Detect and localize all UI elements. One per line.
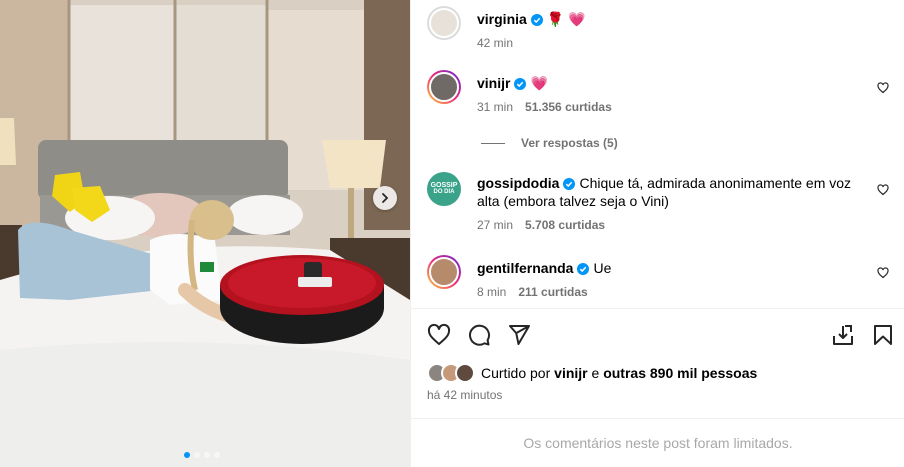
liked-by-middle: e — [591, 365, 600, 381]
carousel-dot[interactable] — [204, 452, 210, 458]
comment-username[interactable]: vinijr — [477, 75, 510, 91]
carousel-next-button[interactable] — [373, 186, 397, 210]
verified-icon — [577, 263, 590, 275]
view-replies-label: Ver respostas (5) — [521, 136, 618, 150]
caption-username[interactable]: virginia — [477, 11, 527, 27]
comment-likes[interactable]: 5.708 curtidas — [525, 218, 605, 232]
instagram-post: virginia🌹 💗 42 min vinijr💗 31 min 51.3 — [0, 0, 904, 467]
save-icon[interactable] — [831, 323, 855, 347]
verified-icon — [563, 178, 576, 190]
verified-icon — [530, 14, 543, 26]
carousel-dots — [184, 452, 220, 458]
chevron-right-icon — [382, 193, 389, 203]
avatar[interactable]: GOSSIP DO DIA — [427, 172, 461, 206]
avatar — [455, 363, 475, 383]
comments-limited-notice: Os comentários neste post foram limitado… — [411, 418, 904, 467]
comment-username[interactable]: gentilfernanda — [477, 260, 573, 276]
liked-by: Curtido por vinijr e outras 890 mil pess… — [427, 363, 757, 383]
avatar[interactable] — [427, 255, 461, 289]
comment-time[interactable]: 31 min — [477, 100, 513, 114]
carousel-dot[interactable] — [184, 452, 190, 458]
comments-list: virginia🌹 💗 42 min vinijr💗 31 min 51.3 — [411, 0, 904, 308]
comments-panel: virginia🌹 💗 42 min vinijr💗 31 min 51.3 — [410, 0, 904, 467]
caption-text: 🌹 💗 — [546, 11, 586, 27]
share-icon[interactable] — [507, 323, 531, 347]
avatar[interactable] — [427, 6, 461, 40]
comment-text: Ue — [593, 260, 612, 276]
view-replies-button[interactable]: Ver respostas (5) — [481, 136, 618, 150]
caption: virginia 🌹 💗 42 min — [427, 6, 897, 50]
comment-time[interactable]: 27 min — [477, 218, 513, 232]
avatar[interactable] — [427, 70, 461, 104]
carousel-dot[interactable] — [194, 452, 200, 458]
liked-by-others[interactable]: outras 890 mil pessoas — [603, 365, 757, 381]
bookmark-icon[interactable] — [871, 323, 895, 347]
carousel-dot[interactable] — [214, 452, 220, 458]
comment-item: GOSSIP DO DIA gossipdodia Chique tá, admi… — [427, 172, 897, 232]
post-time[interactable]: há 42 minutos — [427, 388, 502, 402]
liked-by-prefix: Curtido por — [481, 365, 551, 381]
post-image[interactable] — [0, 0, 410, 467]
liked-by-avatars[interactable] — [427, 363, 475, 383]
like-comment-icon[interactable] — [877, 184, 889, 196]
verified-icon — [514, 78, 527, 90]
comment-item: gentilfernanda Ue 8 min 211 curtidas — [427, 255, 897, 299]
liked-by-user[interactable]: vinijr — [554, 365, 587, 381]
post-actions: Curtido por vinijr e outras 890 mil pess… — [411, 308, 904, 418]
replies-divider — [481, 142, 505, 144]
comment-time[interactable]: 8 min — [477, 285, 506, 299]
like-icon[interactable] — [427, 323, 451, 347]
caption-time[interactable]: 42 min — [477, 36, 513, 50]
comment-username[interactable]: gossipdodia — [477, 175, 559, 191]
comment-item: vinijr 💗 31 min 51.356 curtidas — [427, 70, 897, 114]
comment-likes[interactable]: 211 curtidas — [518, 285, 587, 299]
comment-likes[interactable]: 51.356 curtidas — [525, 100, 612, 114]
photo-scene — [0, 0, 410, 467]
comment-text: 💗 — [530, 75, 548, 91]
comment-icon[interactable] — [467, 323, 491, 347]
like-comment-icon[interactable] — [877, 267, 889, 279]
like-comment-icon[interactable] — [877, 82, 889, 94]
